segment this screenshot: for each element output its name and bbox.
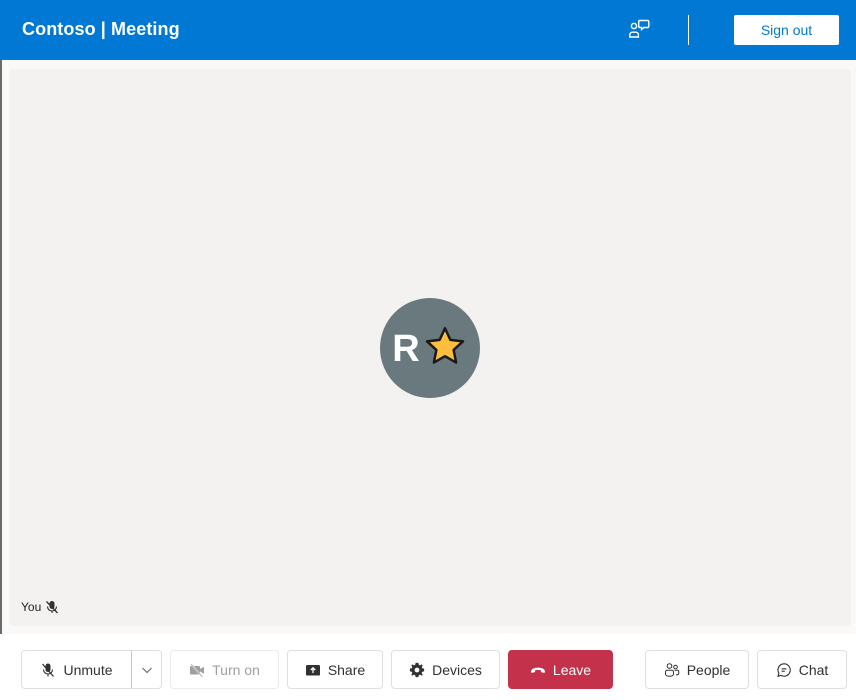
app-title: Contoso | Meeting [22,19,180,39]
participant-avatar: R [380,298,480,398]
self-tile-label: You [21,599,60,615]
header-divider [688,15,689,45]
avatar-initial: R [392,327,420,370]
microphone-split-button: Unmute [21,650,162,689]
gear-icon [409,662,425,677]
people-button[interactable]: People [645,650,749,689]
turn-on-camera-button[interactable]: Turn on [170,650,279,689]
chat-button[interactable]: Chat [757,650,847,689]
star-icon [425,327,464,364]
unmute-button[interactable]: Unmute [22,651,131,688]
turn-on-label: Turn on [212,661,260,678]
chat-label: Chat [798,661,829,678]
devices-button[interactable]: Devices [391,650,500,689]
share-button[interactable]: Share [287,650,383,689]
devices-label: Devices [432,661,482,678]
share-screen-icon [305,664,320,675]
leave-label: Leave [552,661,592,678]
chevron-down-icon [141,667,152,673]
self-name: You [21,600,42,614]
video-off-icon [190,662,205,678]
people-chat-icon[interactable] [627,17,651,41]
chat-icon [776,662,791,677]
video-stage: R You [9,69,851,626]
audio-options-button[interactable] [132,651,161,688]
window-edge [0,0,2,700]
leave-button[interactable]: Leave [508,650,613,689]
sign-out-button[interactable]: Sign out [734,15,839,45]
app-header: Contoso | Meeting Sign out [0,0,856,60]
hang-up-icon [530,667,545,673]
mic-off-icon [42,663,55,677]
mic-off-icon [46,601,59,614]
people-label: People [686,661,731,678]
unmute-label: Unmute [63,661,113,678]
call-controls-bar: Unmute Turn on Share Devices Leave Peopl… [0,634,856,700]
people-icon [664,662,680,677]
share-label: Share [327,661,366,678]
